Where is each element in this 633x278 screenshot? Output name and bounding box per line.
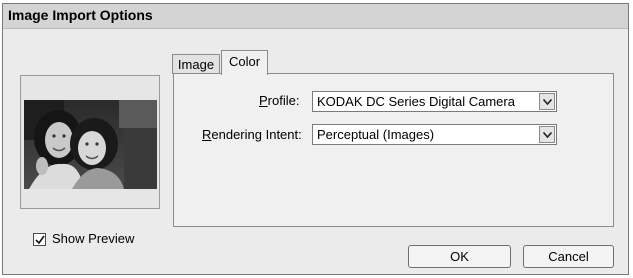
title-bar[interactable]: Image Import Options	[3, 4, 628, 29]
dialog-title: Image Import Options	[8, 7, 153, 23]
tab-image[interactable]: Image	[172, 54, 220, 74]
cancel-button[interactable]: Cancel	[523, 245, 614, 268]
profile-label: Profile:	[259, 93, 300, 108]
profile-dropdown-button[interactable]	[539, 93, 555, 110]
show-preview-checkbox[interactable]	[33, 233, 46, 246]
chevron-down-icon	[543, 99, 552, 105]
preview-photo	[24, 100, 157, 189]
rendering-intent-select-value: Perceptual (Images)	[317, 127, 435, 142]
profile-select-value: KODAK DC Series Digital Camera	[317, 94, 515, 109]
image-import-options-dialog: Image Import Options Show Preview Image …	[2, 3, 629, 275]
rendering-intent-label: Rendering Intent:	[202, 127, 302, 142]
ok-button[interactable]: OK	[408, 245, 511, 268]
color-tab-panel: Profile: KODAK DC Series Digital Camera …	[173, 73, 614, 227]
show-preview-label: Show Preview	[52, 231, 135, 246]
profile-select[interactable]: KODAK DC Series Digital Camera	[312, 91, 557, 112]
rendering-intent-dropdown-button[interactable]	[539, 126, 555, 143]
image-preview-frame	[20, 75, 160, 209]
rendering-intent-select[interactable]: Perceptual (Images)	[312, 124, 557, 145]
chevron-down-icon	[543, 132, 552, 138]
tab-color[interactable]: Color	[221, 50, 268, 75]
checkmark-icon	[35, 235, 45, 245]
